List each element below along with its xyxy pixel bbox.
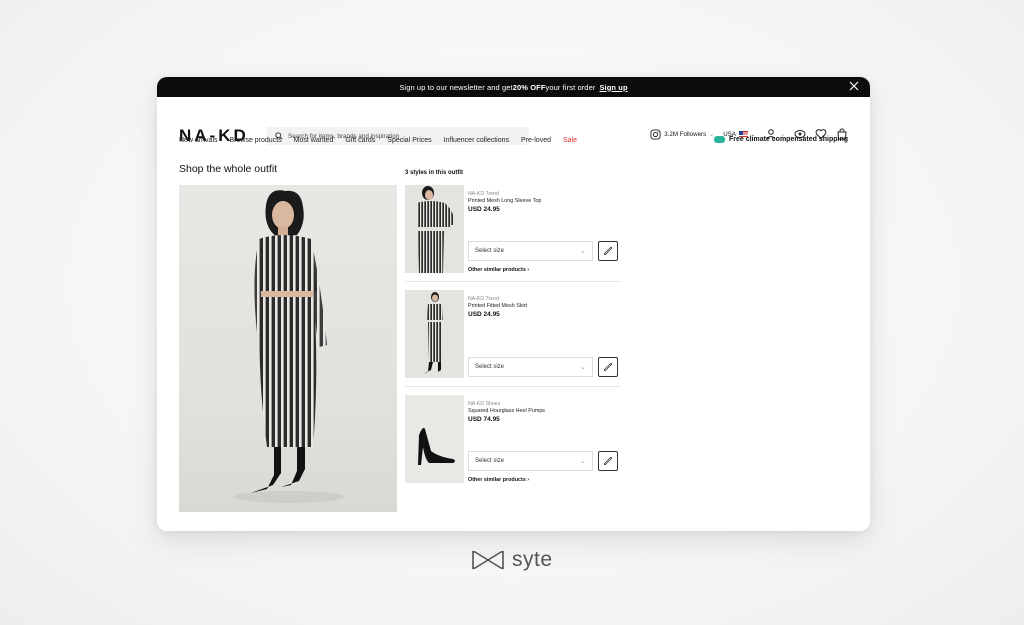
product-thumbnail[interactable] [405, 185, 464, 273]
product-name[interactable]: Printed Mesh Long Sleeve Top [468, 198, 541, 204]
size-guide-button[interactable] [598, 241, 618, 261]
ruler-icon [604, 457, 612, 465]
promo-text-before: Sign up to our newsletter and get [399, 82, 513, 92]
page-title: Shop the whole outfit [179, 163, 278, 175]
product-price: USD 74.95 [468, 416, 500, 423]
other-similar-products-link[interactable]: Other similar products › [468, 267, 529, 273]
climate-truck-icon [713, 136, 725, 143]
promo-discount: 20% OFF [512, 82, 546, 92]
climate-shipping-notice: Free climate compensated shipping [713, 136, 848, 143]
product-price: USD 24.95 [468, 206, 500, 213]
chevron-down-icon: ⌄ [580, 248, 586, 255]
size-guide-button[interactable] [598, 451, 618, 471]
syte-wordmark: syte [512, 548, 553, 571]
size-select-label: Select size [475, 458, 505, 464]
size-select[interactable]: Select size ⌄ [468, 241, 593, 261]
product-image-skirt [423, 292, 443, 374]
similar-label: Other similar products [468, 267, 526, 273]
product-image-top [417, 186, 454, 273]
product-card[interactable]: NA-KD Trend Printed Mesh Long Sleeve Top… [405, 185, 621, 289]
styles-count: 3 styles in this outfit [405, 170, 464, 176]
ruler-icon [604, 363, 612, 371]
chevron-down-icon: ⌄ [580, 364, 586, 371]
size-select-label: Select size [475, 364, 505, 370]
product-price: USD 24.95 [468, 311, 500, 318]
product-brand: NA-KD Shoes [468, 401, 501, 407]
product-brand: NA-KD Trend [468, 296, 499, 302]
close-icon[interactable] [848, 80, 860, 92]
signup-link[interactable]: Sign up [599, 83, 627, 92]
product-name[interactable]: Printed Fitted Mesh Skirt [468, 303, 527, 309]
nav-most-wanted[interactable]: Most wanted [294, 137, 334, 144]
nav-pre-loved[interactable]: Pre-loved [521, 137, 551, 144]
product-brand: NA-KD Trend [468, 191, 499, 197]
nav-new-arrivals[interactable]: New arrivals [179, 137, 218, 144]
climate-text: Free climate compensated shipping [728, 136, 848, 143]
divider [405, 281, 621, 282]
product-card[interactable]: NA-KD Shoes Squared Hourglass Heel Pumps… [405, 395, 621, 499]
size-select[interactable]: Select size ⌄ [468, 357, 593, 377]
nav-influencer-collections[interactable]: Influencer collections [444, 137, 509, 144]
outfit-hero-image [179, 185, 397, 512]
size-select[interactable]: Select size ⌄ [468, 451, 593, 471]
instagram-icon [650, 128, 661, 140]
browser-window: Sign up to our newsletter and get 20% OF… [157, 77, 870, 531]
nav-gift-cards[interactable]: Gift cards [345, 137, 375, 144]
promo-banner: Sign up to our newsletter and get 20% OF… [157, 77, 870, 97]
divider [405, 386, 621, 387]
similar-label: Other similar products [468, 477, 526, 483]
product-thumbnail[interactable] [405, 395, 464, 483]
nav-sale[interactable]: Sale [563, 137, 577, 144]
other-similar-products-link[interactable]: Other similar products › [468, 477, 529, 483]
promo-text-after: your first order [545, 82, 596, 92]
product-card[interactable]: NA-KD Trend Printed Fitted Mesh Skirt US… [405, 290, 621, 394]
size-select-label: Select size [475, 248, 505, 254]
followers-count: 3.2M Followers [664, 130, 707, 138]
instagram-followers[interactable]: 3.2M Followers ⌄ [650, 128, 714, 140]
nav-special-prices[interactable]: Special Prices [387, 137, 431, 144]
main-navigation: New arrivals Browse products Most wanted… [179, 137, 577, 144]
product-thumbnail[interactable] [405, 290, 464, 378]
chevron-down-icon: ⌄ [580, 458, 586, 465]
nav-browse-products[interactable]: Browse products [230, 137, 282, 144]
syte-logo-icon [471, 550, 505, 570]
product-image-pumps [418, 427, 455, 465]
product-name[interactable]: Squared Hourglass Heel Pumps [468, 408, 545, 414]
background-stage: Sign up to our newsletter and get 20% OF… [0, 0, 1024, 625]
size-guide-button[interactable] [598, 357, 618, 377]
model-figure-image [234, 190, 344, 503]
syte-brand-mark: syte [470, 548, 553, 572]
ruler-icon [604, 247, 612, 255]
